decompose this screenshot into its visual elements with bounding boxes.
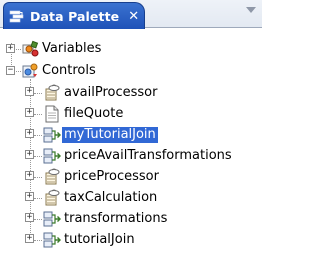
expand-icon[interactable]: +	[25, 192, 34, 201]
tree-item-label: myTutorialJoin	[62, 127, 158, 143]
variables-icon	[21, 40, 39, 58]
tree-item-label: availProcessor	[64, 85, 158, 100]
expand-icon[interactable]: +	[25, 129, 34, 138]
tree-item-label: priceProcessor	[64, 169, 159, 184]
expand-icon[interactable]: +	[25, 171, 34, 180]
close-icon[interactable]: ✕	[128, 10, 139, 23]
palette-icon	[9, 8, 25, 24]
java-processor-icon	[43, 168, 61, 186]
tree-line	[34, 156, 42, 157]
tree-line	[34, 135, 42, 136]
tree-item-label: tutorialJoin	[64, 232, 135, 247]
view-tab-strip: Data Palette ✕	[0, 0, 262, 29]
expand-icon[interactable]: +	[25, 87, 34, 96]
view-menu-chevron-down-icon[interactable]	[246, 7, 256, 13]
tree-item-label: Variables	[42, 41, 102, 56]
data-palette-tree: + Variables − Controls + availProcessor …	[0, 29, 262, 254]
tree-line	[34, 177, 42, 178]
join-icon	[43, 210, 61, 228]
tab-data-palette[interactable]: Data Palette ✕	[3, 2, 145, 29]
java-processor-icon	[43, 84, 61, 102]
expand-icon[interactable]: +	[25, 234, 34, 243]
expand-icon[interactable]: +	[25, 213, 34, 222]
view-title: Data Palette	[30, 8, 120, 24]
tree-item-label: Controls	[42, 63, 96, 78]
tree-line	[34, 219, 42, 220]
expand-icon[interactable]: +	[25, 150, 34, 159]
join-icon	[43, 147, 61, 165]
expand-icon[interactable]: +	[6, 44, 15, 53]
collapse-icon[interactable]: −	[6, 66, 15, 75]
tree-item-label: transformations	[64, 211, 168, 226]
tree-item-label: fileQuote	[64, 106, 124, 121]
java-processor-icon	[43, 189, 61, 207]
join-icon	[43, 126, 61, 144]
expand-icon[interactable]: +	[25, 108, 34, 117]
tree-item-label: taxCalculation	[64, 190, 158, 205]
tree-line	[34, 198, 42, 199]
tree-line	[34, 240, 42, 241]
document-icon	[43, 105, 61, 123]
join-icon	[43, 231, 61, 249]
tree-line	[34, 114, 42, 115]
tree-line	[34, 93, 42, 94]
controls-icon	[21, 62, 39, 80]
tree-item-label: priceAvailTransformations	[64, 148, 232, 163]
